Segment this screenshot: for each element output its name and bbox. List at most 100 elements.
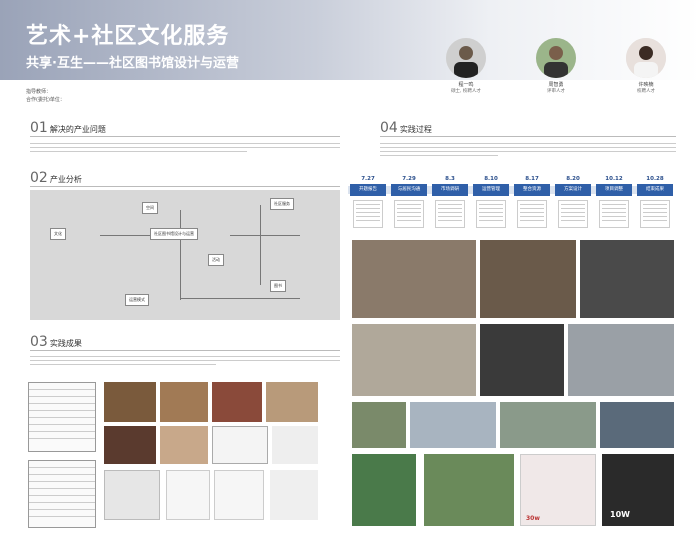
floor-plan: [212, 426, 268, 464]
metric-badge: 30w: [526, 515, 540, 522]
person-name: 程一鸣: [458, 82, 474, 88]
mindmap-node: 运营模式: [125, 294, 149, 306]
render-image: [266, 382, 318, 422]
section-number: 03: [30, 334, 48, 350]
photo-classroom: [352, 324, 476, 396]
person-name: 许映楠: [638, 82, 654, 88]
person-photo: [446, 38, 486, 78]
timeline-description: [599, 200, 629, 228]
connector: [260, 205, 261, 285]
page-title: 艺术+社区文化服务: [26, 24, 230, 49]
timeline-step: 方案设计: [555, 184, 591, 196]
render-image: [160, 382, 208, 422]
timeline-description: [394, 200, 424, 228]
timeline-description: [476, 200, 506, 228]
timeline-date: 10.12: [605, 176, 623, 182]
section-heading: 01 解决的产业问题: [30, 120, 106, 136]
avatar: [536, 38, 576, 78]
section-heading: 03 实践成果: [30, 334, 82, 350]
photo-outdoor: [424, 454, 514, 526]
person-name: 周智勇: [548, 82, 564, 88]
section-heading: 02 产业分析: [30, 170, 82, 186]
person-photo: [626, 38, 666, 78]
timeline-description: [353, 200, 383, 228]
results-table: [28, 382, 96, 452]
photo-lecture: [352, 240, 476, 318]
section-title: 解决的产业问题: [49, 125, 106, 134]
elevation-drawing: [214, 470, 264, 520]
avatar: [446, 38, 486, 78]
section-number: 02: [30, 170, 48, 186]
timeline-date: 7.29: [402, 176, 416, 182]
photo-street: [580, 240, 674, 318]
timeline-description: [558, 200, 588, 228]
divider: [30, 186, 340, 187]
timeline-step: 项目调整: [596, 184, 632, 196]
photo-visit: [410, 402, 496, 448]
timeline-date: 8.20: [566, 176, 580, 182]
connector: [230, 235, 300, 236]
render-image: [104, 382, 156, 422]
timeline-step: 与居民沟通: [391, 184, 427, 196]
divider: [30, 350, 340, 351]
axonometric-drawing: [104, 470, 160, 520]
person-card: 许映楠 校聘人才: [618, 38, 674, 95]
timeline-step: 结束成果: [637, 184, 673, 196]
divider: [380, 136, 676, 137]
furniture-image: [272, 426, 318, 464]
person-card: 周智勇 评审人才: [528, 38, 584, 95]
elevation-drawing: [166, 470, 210, 520]
section-number: 04: [380, 120, 398, 136]
person-photo: [536, 38, 576, 78]
timeline-step: 运营管理: [473, 184, 509, 196]
person-card: 程一鸣 硕士, 校聘人才: [438, 38, 494, 95]
connector: [180, 298, 300, 299]
render-image: [104, 426, 156, 464]
credits: 指导教师： 合作(委托)单位：: [26, 88, 65, 104]
mindmap-node: 活动: [208, 254, 224, 266]
section-title: 产业分析: [49, 175, 82, 184]
mindmap-node: 文化: [50, 228, 66, 240]
divider: [30, 136, 340, 137]
timeline-date: 8.10: [484, 176, 498, 182]
photo-visit: [600, 402, 674, 448]
timeline-date: 8.3: [445, 176, 455, 182]
credit-partner: 合作(委托)单位：: [26, 97, 65, 103]
timeline-description: [640, 200, 670, 228]
photo-outdoor: [352, 454, 416, 526]
mindmap-node: 图书: [270, 280, 286, 292]
industry-mindmap: 社区图书馆设计与运营 空间 活动 运营模式 社区服务 图书 文化: [30, 190, 340, 320]
metric-badge: 10W: [610, 510, 630, 519]
photo-group: [568, 324, 674, 396]
timeline-date: 10.28: [646, 176, 664, 182]
results-table: [28, 460, 96, 528]
person-role: 硕士, 校聘人才: [451, 89, 481, 94]
furniture-image: [270, 470, 318, 520]
photo-meeting: [480, 240, 576, 318]
mindmap-center: 社区图书馆设计与运营: [150, 228, 198, 240]
timeline-description: [435, 200, 465, 228]
section-title: 实践过程: [399, 125, 432, 134]
render-image: [212, 382, 262, 422]
render-image: [160, 426, 208, 464]
timeline-date: 8.17: [525, 176, 539, 182]
section-body: [30, 354, 340, 368]
credit-advisor: 指导教师：: [26, 89, 52, 95]
section-number: 01: [30, 120, 48, 136]
timeline-step: 市场调研: [432, 184, 468, 196]
page-subtitle: 共享·互生——社区图书馆设计与运营: [26, 56, 239, 71]
mindmap-node: 空间: [142, 202, 158, 214]
photo-visit: [352, 402, 406, 448]
photo-visit: [500, 402, 596, 448]
person-role: 评审人才: [547, 89, 565, 94]
timeline-date: 7.27: [361, 176, 375, 182]
section-body: [380, 141, 676, 159]
timeline-step: 整合资源: [514, 184, 550, 196]
section-body: [30, 141, 340, 155]
photo-group: [480, 324, 564, 396]
avatar: [626, 38, 666, 78]
connector: [180, 210, 181, 300]
person-role: 校聘人才: [637, 89, 655, 94]
mindmap-node: 社区服务: [270, 198, 294, 210]
section-heading: 04 实践过程: [380, 120, 432, 136]
